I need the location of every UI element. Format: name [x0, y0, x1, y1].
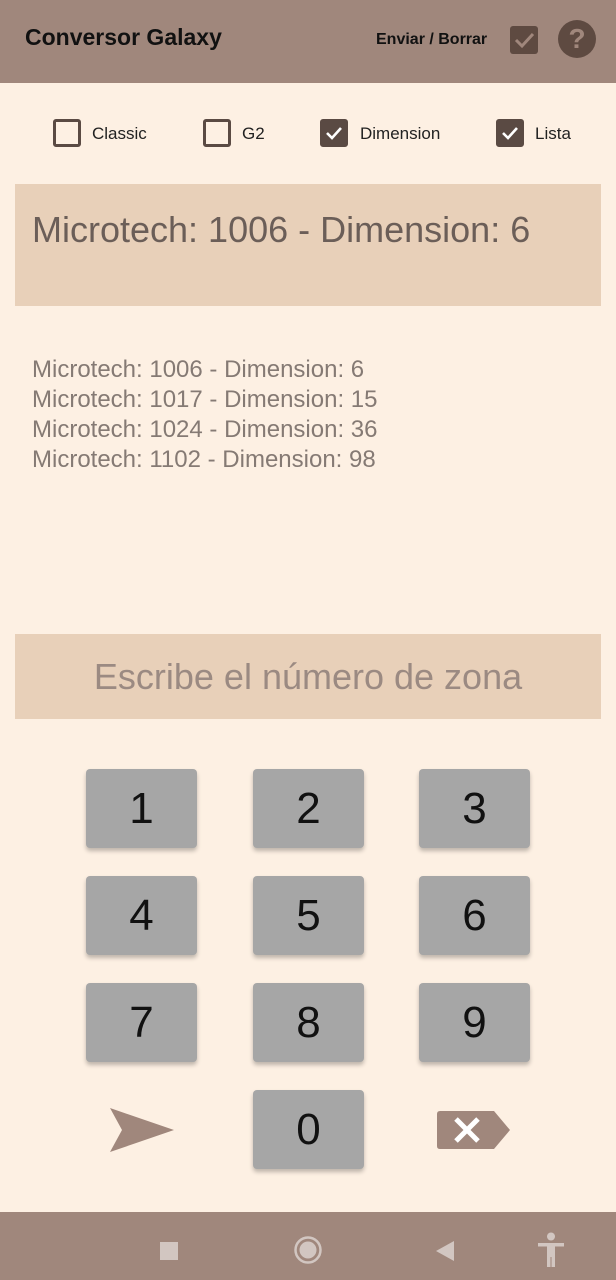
history-list: Microtech: 1006 - Dimension: 6 Microtech…	[32, 355, 378, 475]
history-item: Microtech: 1102 - Dimension: 98	[32, 446, 376, 473]
checkbox-classic[interactable]	[53, 119, 81, 147]
help-icon: ?	[568, 23, 586, 54]
key-8[interactable]: 8	[253, 983, 364, 1062]
checkbox-dimension[interactable]	[320, 119, 348, 147]
key-1[interactable]: 1	[86, 769, 197, 848]
result-panel: Microtech: 1006 - Dimension: 6	[15, 184, 601, 306]
send-button[interactable]	[108, 1106, 176, 1159]
option-label: Lista	[535, 124, 571, 143]
key-6[interactable]: 6	[419, 876, 530, 955]
app-bar: Conversor Galaxy Enviar / Borrar ?	[0, 0, 616, 83]
key-3[interactable]: 3	[419, 769, 530, 848]
key-7[interactable]: 7	[86, 983, 197, 1062]
key-2[interactable]: 2	[253, 769, 364, 848]
option-label: Dimension	[360, 124, 441, 143]
accessibility-icon[interactable]	[536, 1232, 566, 1268]
key-0[interactable]: 0	[253, 1090, 364, 1169]
check-icon	[502, 127, 518, 140]
delete-button[interactable]	[436, 1107, 512, 1158]
history-item: Microtech: 1024 - Dimension: 36	[32, 416, 378, 443]
send-clear-label: Enviar / Borrar	[376, 31, 488, 48]
check-icon	[326, 127, 342, 140]
home-icon[interactable]	[293, 1235, 323, 1265]
checkbox-lista[interactable]	[496, 119, 524, 147]
system-nav-bar	[0, 1212, 616, 1280]
back-icon[interactable]	[434, 1240, 456, 1262]
checkbox-g2[interactable]	[203, 119, 231, 147]
help-button[interactable]: ?	[558, 20, 596, 58]
key-5[interactable]: 5	[253, 876, 364, 955]
send-clear-checkbox[interactable]	[510, 26, 538, 54]
recents-icon[interactable]	[159, 1241, 179, 1261]
history-item: Microtech: 1006 - Dimension: 6	[32, 356, 365, 383]
backspace-icon	[437, 1111, 510, 1149]
key-4[interactable]: 4	[86, 876, 197, 955]
key-9[interactable]: 9	[419, 983, 530, 1062]
zone-number-input[interactable]	[15, 634, 601, 719]
option-label: G2	[242, 124, 265, 143]
option-label: Classic	[92, 124, 147, 143]
app-title: Conversor Galaxy	[25, 24, 222, 50]
result-text: Microtech: 1006 - Dimension: 6	[32, 209, 531, 250]
history-item: Microtech: 1017 - Dimension: 15	[32, 386, 378, 413]
checkbox-checked-icon	[514, 32, 535, 49]
send-icon	[110, 1108, 174, 1152]
